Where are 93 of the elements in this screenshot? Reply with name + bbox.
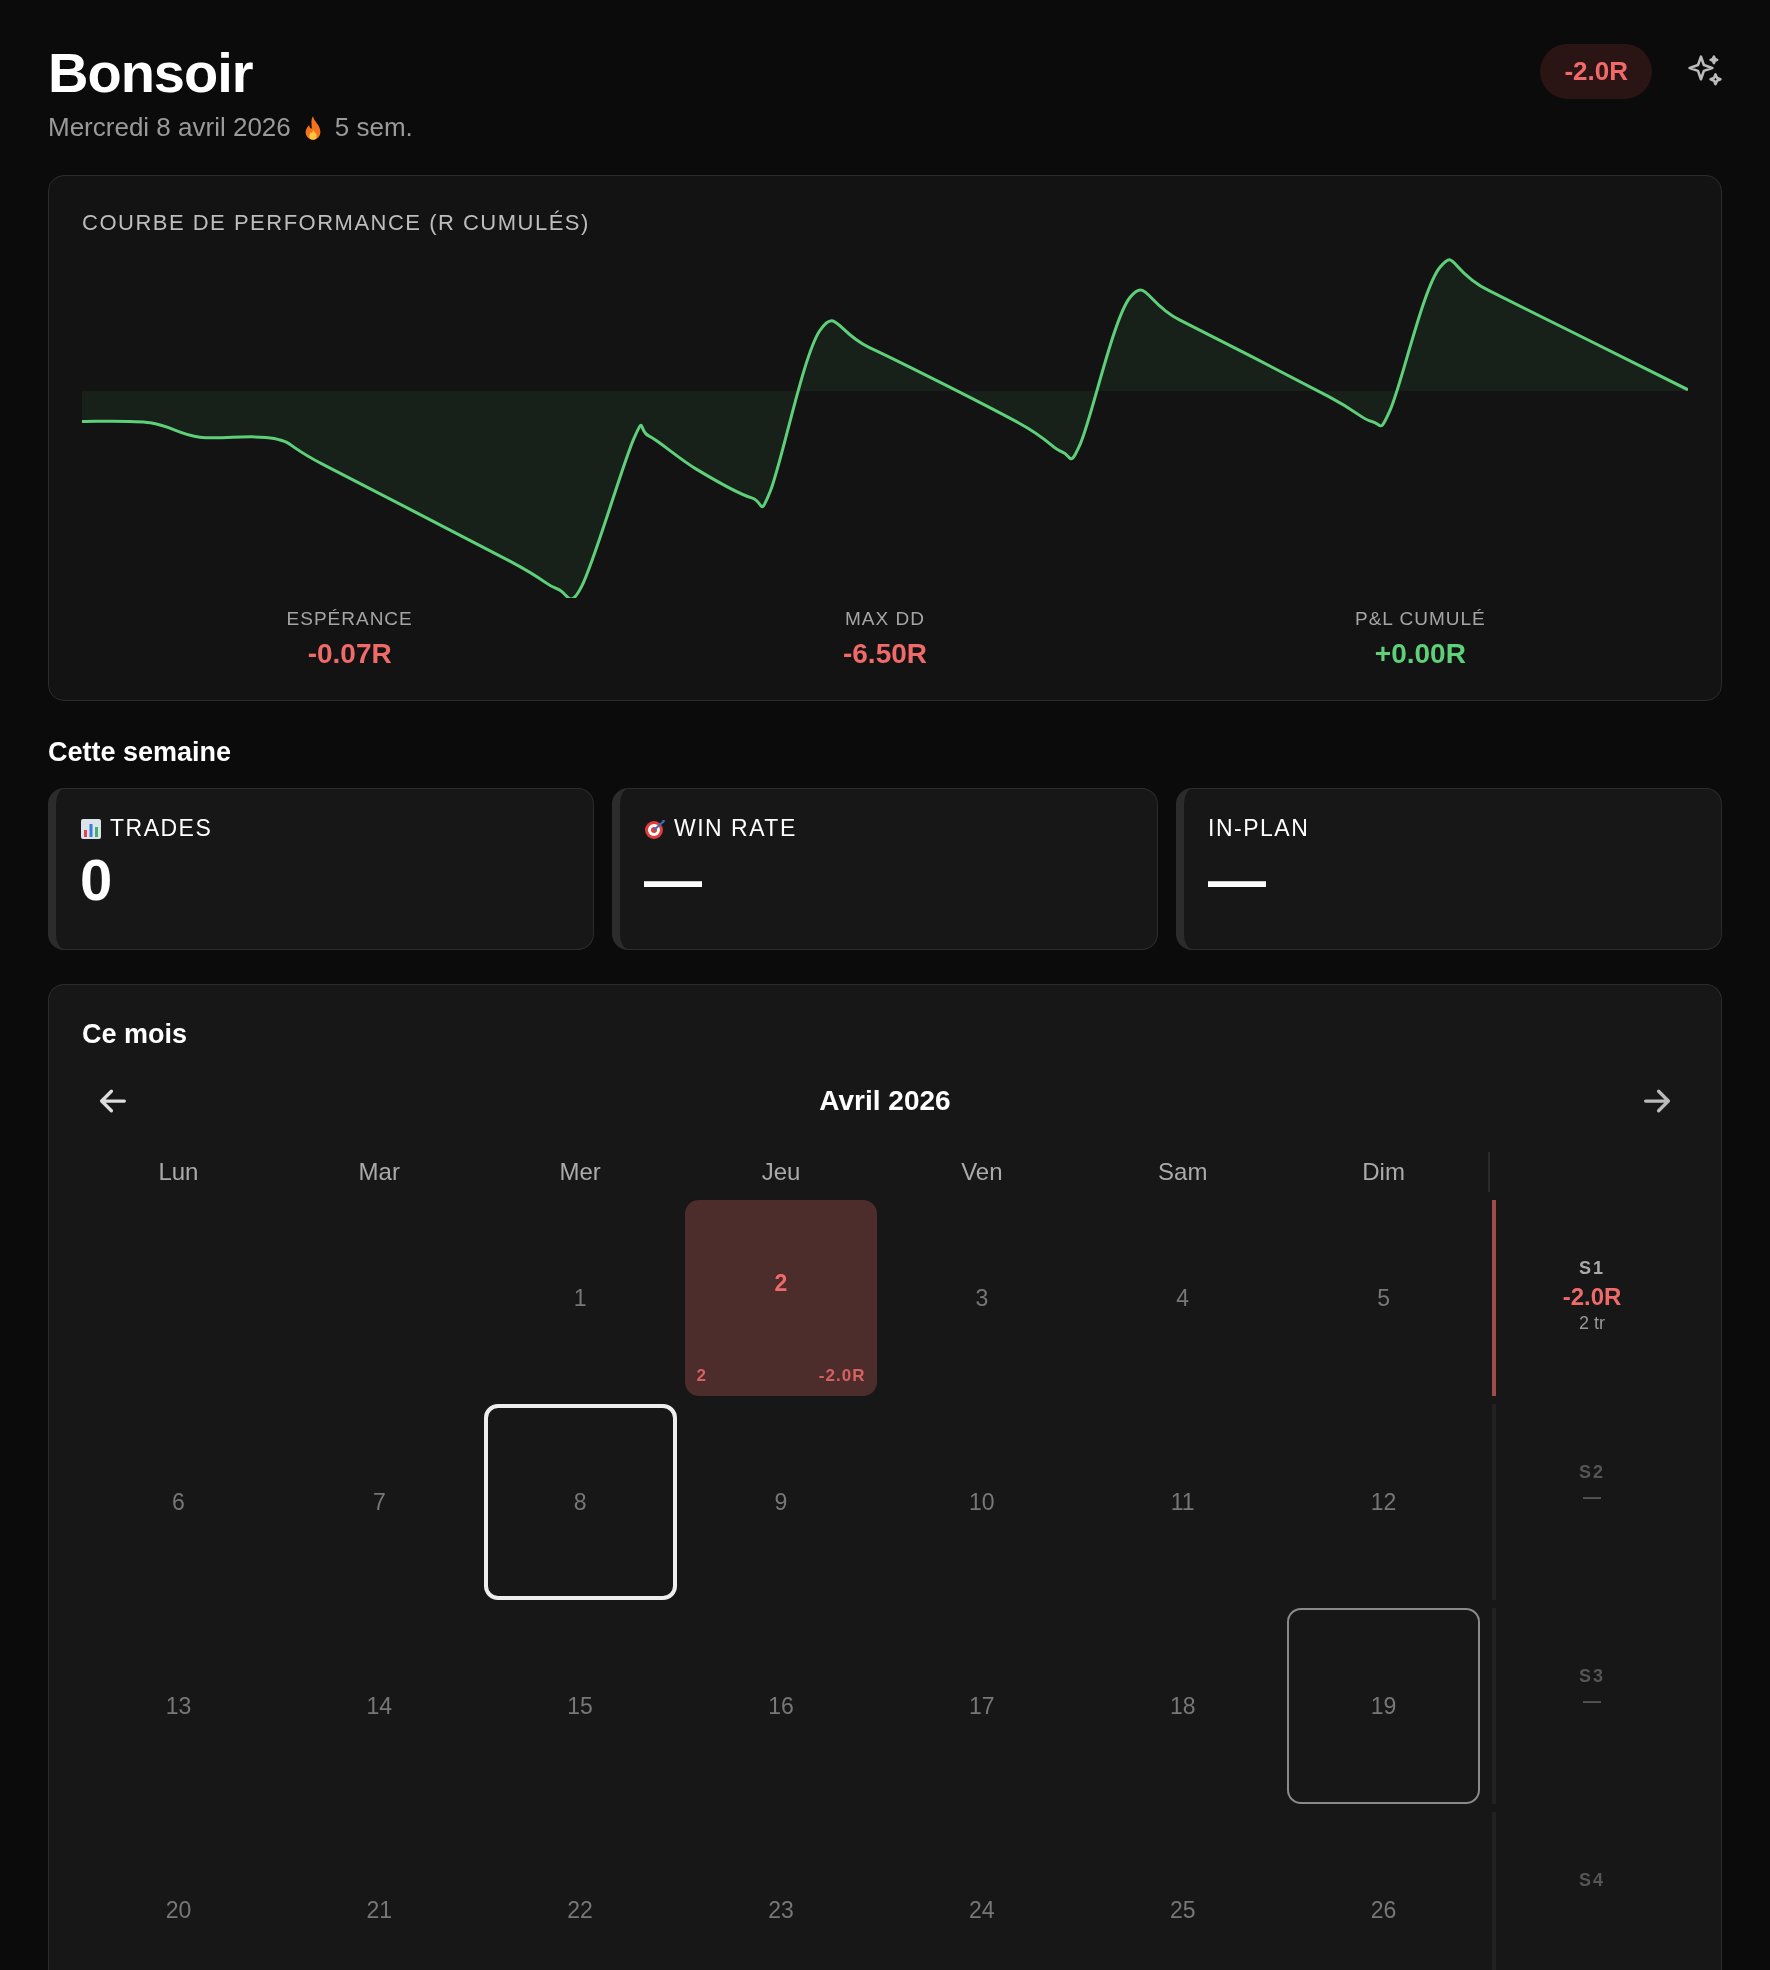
day-result: -2.0R [818, 1366, 866, 1386]
calendar-day[interactable]: 15 [483, 1608, 677, 1804]
weekday-label: Ven [960, 1157, 1004, 1187]
calendar-day[interactable]: 10 [885, 1404, 1079, 1600]
day-number: 7 [372, 1488, 386, 1516]
calendar-day[interactable]: 4 [1086, 1200, 1280, 1396]
stat-value: +0.00R [1374, 638, 1466, 670]
day-number: 8 [573, 1488, 587, 1516]
weekday-label: Lun [157, 1157, 200, 1187]
calendar-day[interactable]: 6 [82, 1404, 275, 1600]
stat-label: ESPÉRANCE [286, 608, 413, 630]
stat-label: IN-PLAN [1208, 815, 1310, 842]
week-result: -2.0R [1562, 1283, 1622, 1311]
day-number: 26 [1370, 1896, 1397, 1924]
calendar-day[interactable]: 19 [1287, 1608, 1480, 1804]
week-trade-count: 2 tr [1579, 1313, 1605, 1334]
week-result: — [1583, 1487, 1601, 1508]
calendar-day[interactable]: 11 [1086, 1404, 1280, 1600]
trade-count: 2 [696, 1366, 708, 1386]
day-number: 10 [969, 1488, 995, 1516]
day-number: 15 [567, 1692, 593, 1720]
left-arrow-icon [100, 1088, 126, 1114]
target-icon [644, 817, 666, 840]
day-number: 11 [1170, 1488, 1195, 1516]
stat-value: -0.07R [307, 638, 392, 670]
day-number: 12 [1370, 1488, 1397, 1516]
calendar-day[interactable]: 22 [483, 1812, 677, 1970]
day-number: 14 [366, 1692, 393, 1720]
section-title: Ce mois [82, 1019, 188, 1050]
calendar-day[interactable]: 8 [483, 1404, 677, 1600]
day-number: 18 [1169, 1692, 1196, 1720]
day-number: 22 [567, 1896, 593, 1924]
calendar-day[interactable]: 24 [885, 1812, 1079, 1970]
date-text: Mercredi 8 avril 2026 [48, 112, 291, 143]
calendar-day[interactable]: 23 [684, 1812, 878, 1970]
month-title: Avril 2026 [819, 1085, 951, 1117]
day-number: 19 [1370, 1692, 1397, 1720]
calendar-day[interactable]: 2 2 -2.0R [684, 1200, 878, 1396]
week-result: — [1583, 1691, 1601, 1712]
calendar-day[interactable]: 9 [684, 1404, 878, 1600]
weekday-label: Mar [357, 1157, 401, 1187]
week-label: S2 [1579, 1462, 1605, 1483]
day-number: 9 [774, 1488, 788, 1516]
right-arrow-icon [1644, 1088, 1670, 1114]
weekday-label: Mer [558, 1157, 602, 1187]
week-label: S1 [1579, 1258, 1605, 1279]
week-label: S3 [1579, 1666, 1605, 1687]
result-badge: -2.0R [1540, 44, 1652, 99]
calendar-day[interactable]: 3 [885, 1200, 1079, 1396]
streak-text: 5 sem. [334, 112, 413, 143]
weekday-label: Sam [1157, 1157, 1209, 1187]
calendar-day[interactable]: 5 [1287, 1200, 1480, 1396]
calendar-day[interactable]: 14 [282, 1608, 476, 1804]
calendar-day[interactable]: 7 [282, 1404, 476, 1600]
day-number: 17 [969, 1692, 995, 1720]
section-title: Cette semaine [48, 737, 233, 768]
calendar-day[interactable]: 17 [885, 1608, 1079, 1804]
weekday-label: Jeu [760, 1157, 802, 1187]
calendar-day[interactable]: 21 [282, 1812, 476, 1970]
day-number: 4 [1176, 1284, 1190, 1312]
day-number: 25 [1169, 1896, 1196, 1924]
stat-value: — [1208, 848, 1266, 912]
day-number: 5 [1377, 1284, 1390, 1312]
chart-title: COURBE DE PERFORMANCE (R CUMULÉS) [82, 210, 591, 236]
stat-label: TRADES [110, 815, 213, 842]
stat-label: P&L CUMULÉ [1354, 608, 1486, 630]
day-number: 1 [573, 1284, 587, 1312]
day-number: 20 [165, 1896, 192, 1924]
calendar-day[interactable]: 25 [1086, 1812, 1280, 1970]
stat-value: — [644, 848, 702, 912]
stat-label: MAX DD [845, 608, 925, 630]
calendar-day[interactable]: 13 [82, 1608, 275, 1804]
stat-value: -6.50R [842, 638, 927, 670]
day-number: 13 [165, 1692, 192, 1720]
day-number: 24 [969, 1896, 995, 1924]
day-number: 16 [768, 1692, 794, 1720]
stat-label: WIN RATE [674, 815, 797, 842]
greeting-title: Bonsoir [48, 40, 254, 106]
weekday-label: Dim [1361, 1157, 1406, 1187]
calendar-day[interactable]: 12 [1287, 1404, 1480, 1600]
day-number: 2 [774, 1269, 788, 1297]
day-number: 6 [172, 1488, 185, 1516]
calendar-day[interactable]: 1 [483, 1200, 677, 1396]
calendar-day[interactable]: 18 [1086, 1608, 1280, 1804]
calendar-day[interactable]: 26 [1287, 1812, 1480, 1970]
calendar-day[interactable]: 16 [684, 1608, 878, 1804]
day-number: 21 [366, 1896, 393, 1924]
day-number: 23 [768, 1896, 794, 1924]
calendar-day[interactable]: 20 [82, 1812, 275, 1970]
bar-chart-icon [80, 817, 102, 840]
week-label: S4 [1579, 1870, 1605, 1891]
stat-value: 0 [80, 848, 113, 912]
day-number: 3 [975, 1284, 989, 1312]
